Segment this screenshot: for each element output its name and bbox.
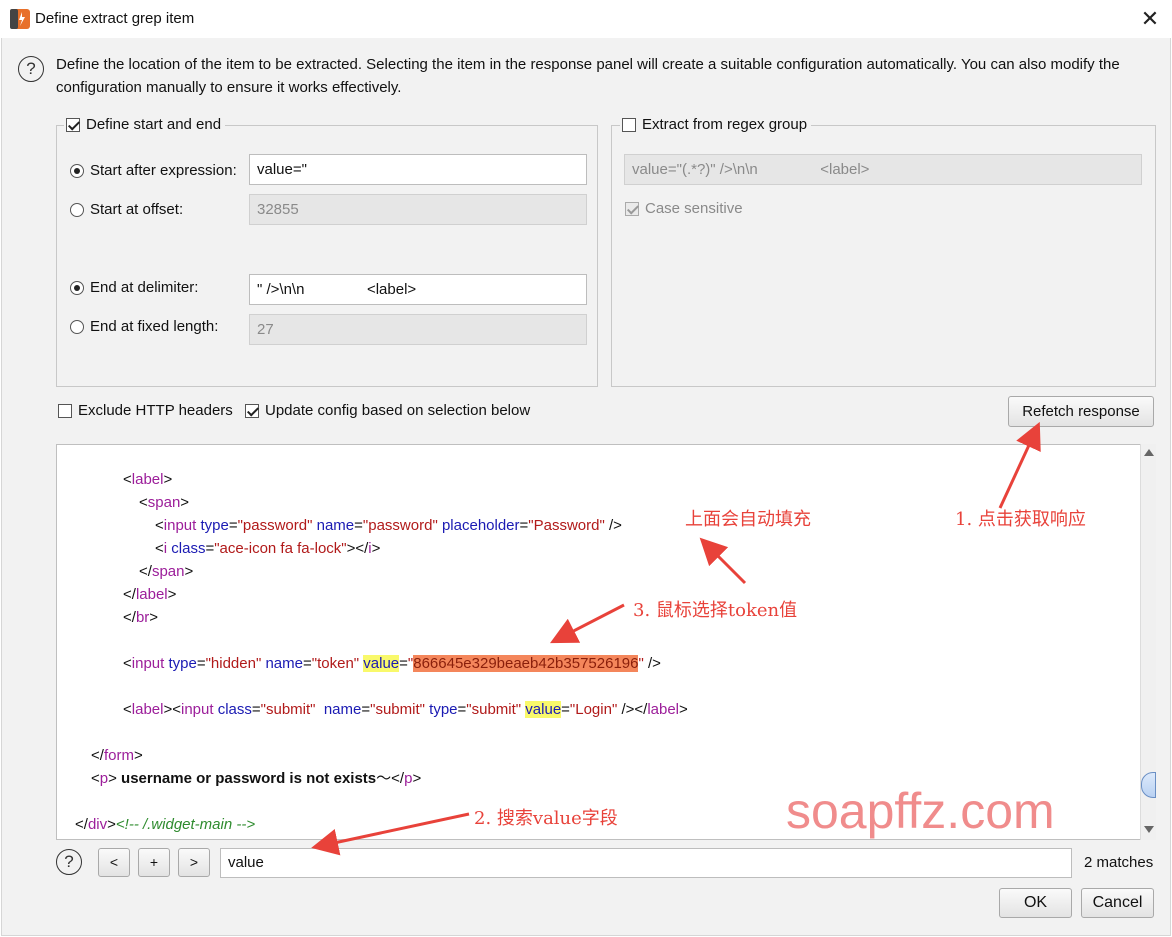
search-add-button[interactable]: +	[138, 848, 170, 877]
end-delimiter-radio[interactable]	[70, 280, 84, 295]
search-highlight: value	[525, 701, 562, 718]
cancel-button[interactable]: Cancel	[1081, 888, 1154, 918]
update-config-option[interactable]: Update config based on selection below	[245, 402, 530, 419]
title-bar: Define extract grep item ✕	[0, 0, 1172, 38]
define-start-end-label: Define start and end	[86, 116, 222, 133]
regex-input: value="(.*?)" />\n\n <label>	[624, 154, 1142, 185]
annotation-step-3: 3. 鼠标选择token值	[633, 600, 798, 621]
code-line: <span>	[139, 494, 190, 511]
scroll-down-icon[interactable]	[1144, 826, 1154, 834]
selected-token-value: 866645e329beaeb42b357526196	[413, 655, 639, 672]
response-panel[interactable]: <label> <span> <input type="password" na…	[56, 444, 1156, 840]
define-start-end-checkbox[interactable]	[66, 117, 80, 132]
code-line: <label><input class="submit" name="submi…	[123, 701, 688, 718]
annotation-step-1: 1. 点击获取响应	[955, 509, 1086, 530]
burp-logo-icon	[10, 9, 30, 29]
end-delimiter-option[interactable]: End at delimiter:	[70, 279, 198, 296]
search-next-button[interactable]: >	[178, 848, 210, 877]
code-line: <input type="password" name="password" p…	[155, 517, 622, 534]
scroll-thumb[interactable]	[1141, 772, 1156, 798]
code-line: </br>	[123, 609, 159, 626]
code-line: <i class="ace-icon fa fa-lock"></i>	[155, 540, 381, 557]
start-after-input[interactable]: value="	[249, 154, 587, 185]
close-icon: ✕	[1140, 6, 1160, 31]
code-line: <label>	[123, 471, 173, 488]
code-line: <p> username or password is not exists～<…	[91, 770, 422, 787]
scroll-up-icon[interactable]	[1144, 448, 1154, 456]
code-line: </div><!-- /.widget-main -->	[75, 816, 256, 833]
ok-button[interactable]: OK	[999, 888, 1072, 918]
match-count: 2 matches	[1084, 854, 1154, 871]
search-help-icon[interactable]: ?	[56, 849, 82, 875]
search-input[interactable]: value	[220, 848, 1072, 878]
end-fixed-radio[interactable]	[70, 319, 84, 334]
code-line: </span>	[139, 563, 194, 580]
annotation-step-2: 2. 搜索value字段	[474, 808, 618, 829]
regex-checkbox[interactable]	[622, 117, 636, 132]
start-offset-radio[interactable]	[70, 202, 84, 217]
start-after-radio[interactable]	[70, 163, 84, 178]
case-sensitive-option: Case sensitive	[625, 200, 743, 217]
description-text: Define the location of the item to be ex…	[56, 56, 1120, 96]
search-prev-button[interactable]: <	[98, 848, 130, 877]
update-config-checkbox[interactable]	[245, 403, 259, 418]
window-title: Define extract grep item	[35, 10, 195, 27]
exclude-headers-option[interactable]: Exclude HTTP headers	[58, 402, 233, 419]
help-icon[interactable]: ?	[18, 56, 44, 82]
exclude-headers-checkbox[interactable]	[58, 403, 72, 418]
start-after-option[interactable]: Start after expression:	[70, 162, 237, 179]
case-sensitive-checkbox	[625, 201, 639, 216]
refetch-response-button[interactable]: Refetch response	[1008, 396, 1154, 427]
code-line: </form>	[91, 747, 143, 764]
start-offset-input: 32855	[249, 194, 587, 225]
end-delimiter-input[interactable]: " />\n\n <label>	[249, 274, 587, 305]
regex-label: Extract from regex group	[642, 116, 808, 133]
annotation-autofill: 上面会自动填充	[685, 509, 811, 530]
start-end-legend: Define start and end	[64, 116, 226, 133]
start-offset-option[interactable]: Start at offset:	[70, 201, 183, 218]
end-fixed-input: 27	[249, 314, 587, 345]
response-scrollbar[interactable]	[1140, 444, 1156, 840]
code-line-token: <input type="hidden" name="token" value=…	[123, 655, 661, 672]
search-highlight: value	[363, 655, 400, 672]
code-line: </label>	[123, 586, 177, 603]
watermark: soapffz.com	[786, 783, 1055, 839]
end-fixed-option[interactable]: End at fixed length:	[70, 318, 218, 335]
close-button[interactable]: ✕	[1136, 6, 1164, 32]
regex-legend: Extract from regex group	[620, 116, 812, 133]
